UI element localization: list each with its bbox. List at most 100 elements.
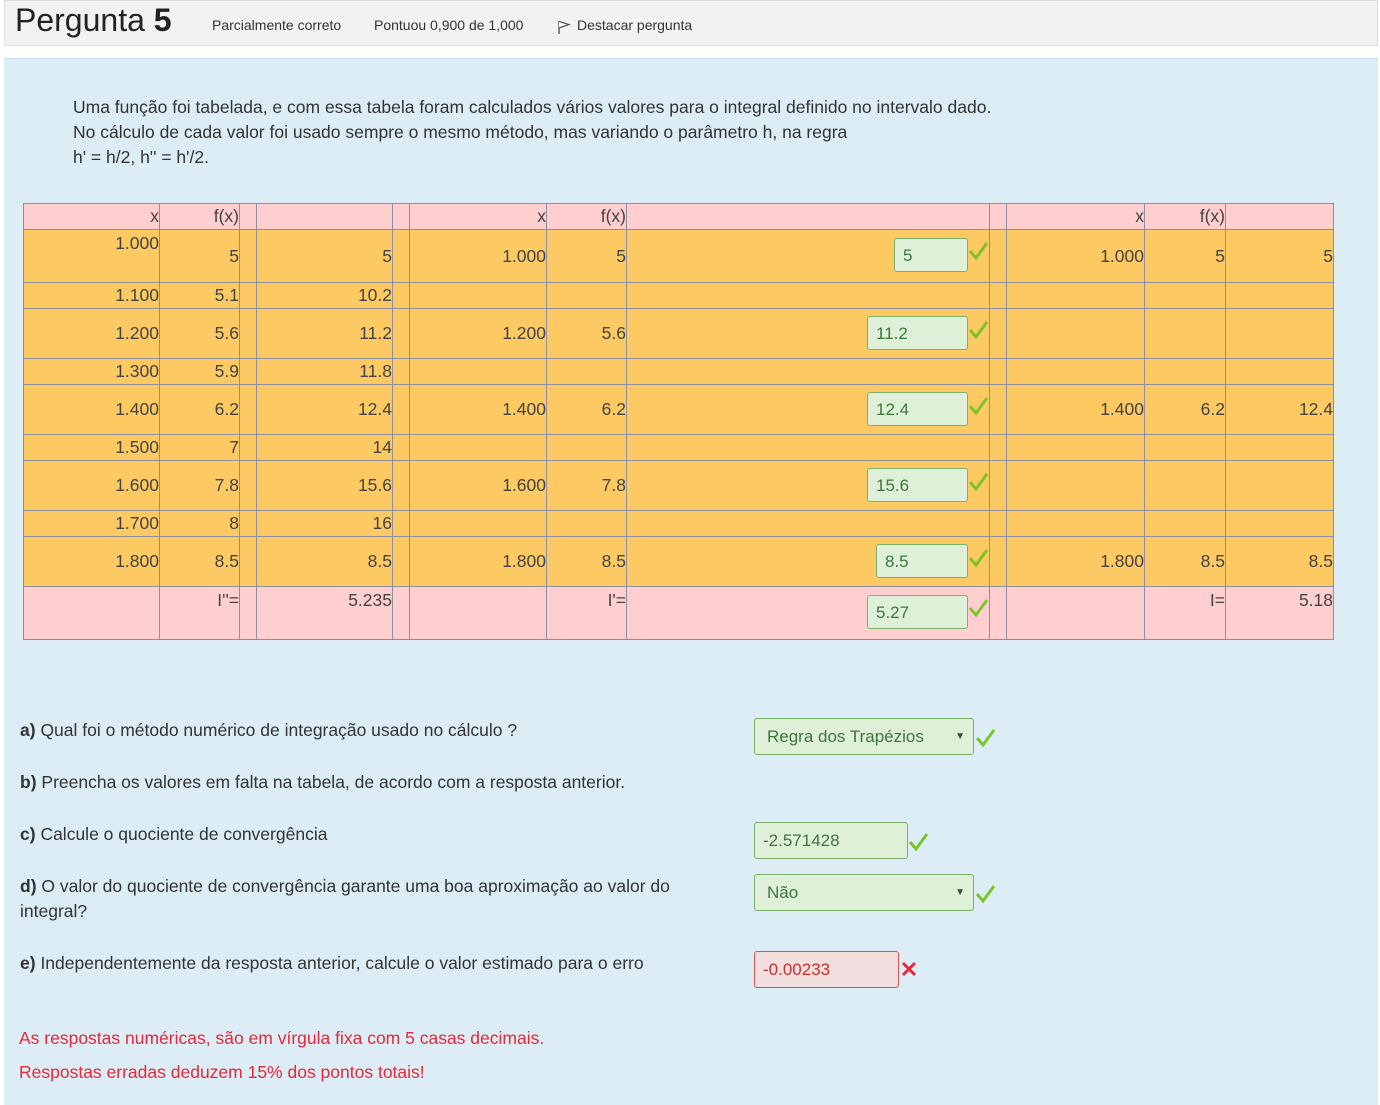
question-intro: Uma função foi tabelada, e com essa tabe… (73, 95, 991, 170)
cell-x: 1.600 (23, 460, 160, 511)
cell-x: 1.000 (23, 229, 160, 283)
answer-input[interactable]: 5 (894, 238, 968, 272)
answer-input[interactable]: 12.4 (867, 391, 968, 426)
data-table: x f(x) x f(x) x f(x) 1.000 5 5 1.000 5 5… (23, 203, 1334, 640)
cell-fx: 5.6 (159, 308, 240, 359)
checkmark-icon (975, 885, 995, 904)
cell-x: 1.800 (1006, 536, 1145, 587)
cell-weighted: 5 (256, 229, 393, 283)
cell-weighted: 14 (256, 434, 393, 461)
cell-fx: 7 (159, 434, 240, 461)
cell-weighted: 10.2 (256, 282, 393, 309)
cell-x: 1.100 (23, 282, 160, 309)
table-header-row: x f(x) x f(x) x f(x) (23, 203, 1334, 230)
method-select[interactable]: Regra dos Trapézios ▼ (754, 718, 974, 755)
cell-fx: 6.2 (159, 384, 240, 435)
cell-weighted: 8.5 (1225, 536, 1334, 587)
integral-value: 5.235 (256, 586, 393, 640)
checkmark-icon (975, 729, 995, 748)
table-row: 1.700 8 16 (23, 510, 1334, 537)
integral-label: I= (1144, 586, 1226, 640)
integral-label: I'= (546, 586, 627, 640)
cell-x: 1.500 (23, 434, 160, 461)
cell-fx: 8.5 (546, 536, 627, 587)
question-e: e) Independentemente da resposta anterio… (20, 953, 644, 973)
checkmark-icon (968, 473, 988, 492)
cell-fx: 8.5 (1144, 536, 1226, 587)
cell-weighted: 15.6 (256, 460, 393, 511)
header-fx: f(x) (159, 203, 240, 230)
approximation-select-value: Não (767, 883, 799, 902)
table-footer-row: I''= 5.235 I'= 5.27 I= 5.18 (23, 586, 1334, 640)
header-fx: f(x) (1144, 203, 1226, 230)
cell-x: 1.000 (409, 229, 547, 283)
flag-question-link[interactable]: Destacar pergunta (577, 17, 692, 33)
cell-x: 1.800 (23, 536, 160, 587)
checkmark-icon (968, 397, 988, 416)
checkmark-icon (968, 242, 988, 261)
cell-x: 1.300 (23, 358, 160, 385)
intro-line: No cálculo de cada valor foi usado sempr… (73, 122, 848, 142)
integral-value: 5.18 (1225, 586, 1334, 640)
question-grade: Pontuou 0,900 de 1,000 (374, 17, 524, 33)
cell-fx: 5.6 (546, 308, 627, 359)
cell-fx: 5 (1144, 229, 1226, 283)
numeric-format-note: As respostas numéricas, são em vírgula f… (19, 1028, 545, 1048)
convergence-input[interactable]: -2.571428 (754, 822, 908, 859)
answer-input[interactable]: 11.2 (867, 315, 968, 350)
cross-icon (901, 961, 917, 977)
checkmark-icon (968, 549, 988, 568)
cell-fx: 5 (159, 229, 240, 283)
error-input[interactable]: -0.00233 (754, 951, 899, 988)
cell-x: 1.200 (409, 308, 547, 359)
header-x: x (1006, 203, 1145, 230)
table-row: 1.500 7 14 (23, 434, 1334, 461)
table-row: 1.600 7.8 15.6 1.600 7.8 15.6 (23, 460, 1334, 511)
cell-fx: 8.5 (159, 536, 240, 587)
cell-weighted: 12.4 (1225, 384, 1334, 435)
cell-x: 1.600 (409, 460, 547, 511)
cell-weighted: 8.5 (256, 536, 393, 587)
cell-x: 1.400 (409, 384, 547, 435)
cell-weighted: 12.4 (256, 384, 393, 435)
question-d: d) O valor do quociente de convergência … (20, 876, 670, 921)
cell-fx: 7.8 (159, 460, 240, 511)
cell-x: 1.200 (23, 308, 160, 359)
table-row: 1.800 8.5 8.5 1.800 8.5 8.5 1.800 8.5 8.… (23, 536, 1334, 587)
question-title: Pergunta 5 (15, 2, 172, 38)
table-row: 1.200 5.6 11.2 1.200 5.6 11.2 (23, 308, 1334, 359)
flag-icon[interactable] (557, 20, 571, 34)
approximation-select[interactable]: Não ▼ (754, 874, 974, 911)
cell-x: 1.400 (23, 384, 160, 435)
header-x: x (409, 203, 547, 230)
cell-fx: 5.1 (159, 282, 240, 309)
table-row: 1.300 5.9 11.8 (23, 358, 1334, 385)
answer-input[interactable]: 15.6 (867, 467, 968, 502)
header-fx: f(x) (546, 203, 627, 230)
question-a: a) Qual foi o método numérico de integra… (20, 720, 518, 740)
cell-x: 1.000 (1006, 229, 1145, 283)
penalty-note: Respostas erradas deduzem 15% dos pontos… (19, 1062, 425, 1082)
caret-down-icon: ▼ (955, 731, 965, 742)
intro-line: Uma função foi tabelada, e com essa tabe… (73, 97, 992, 117)
checkmark-icon (908, 833, 928, 852)
table-row: 1.100 5.1 10.2 (23, 282, 1334, 309)
question-c: c) Calcule o quociente de convergência (20, 824, 328, 844)
cell-weighted: 5 (1225, 229, 1334, 283)
cell-x: 1.400 (1006, 384, 1145, 435)
cell-weighted: 16 (256, 510, 393, 537)
method-select-value: Regra dos Trapézios (767, 727, 924, 746)
cell-fx: 6.2 (546, 384, 627, 435)
integral-label: I''= (159, 586, 240, 640)
question-b: b) Preencha os valores em falta na tabel… (20, 772, 626, 792)
table-row: 1.400 6.2 12.4 1.400 6.2 12.4 1.400 6.2 … (23, 384, 1334, 435)
answer-input[interactable]: 5.27 (867, 595, 968, 629)
cell-fx: 5.9 (159, 358, 240, 385)
cell-fx: 6.2 (1144, 384, 1226, 435)
question-header: Pergunta 5 Parcialmente correto Pontuou … (4, 0, 1378, 46)
cell-weighted: 11.2 (256, 308, 393, 359)
header-x: x (23, 203, 160, 230)
answer-input[interactable]: 8.5 (876, 543, 968, 578)
cell-fx: 5 (546, 229, 627, 283)
question-state: Parcialmente correto (212, 17, 342, 33)
